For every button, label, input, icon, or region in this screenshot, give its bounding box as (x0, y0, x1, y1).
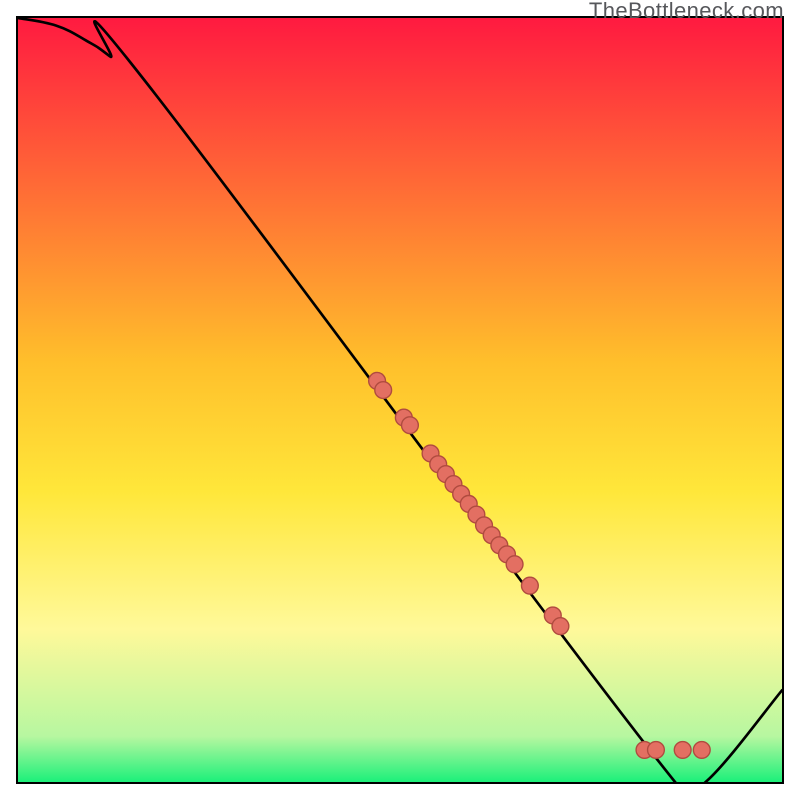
data-point (674, 742, 691, 759)
data-points-group (369, 372, 711, 758)
watermark-text: TheBottleneck.com (589, 0, 784, 24)
chart-container: TheBottleneck.com (0, 0, 800, 800)
data-point (402, 417, 419, 434)
data-point (552, 618, 569, 635)
data-point (506, 556, 523, 573)
data-point (693, 742, 710, 759)
bottleneck-curve (18, 18, 782, 782)
data-point (648, 742, 665, 759)
plot-area (16, 16, 784, 784)
data-point (375, 382, 392, 399)
data-point (521, 577, 538, 594)
curve-layer (18, 18, 782, 782)
